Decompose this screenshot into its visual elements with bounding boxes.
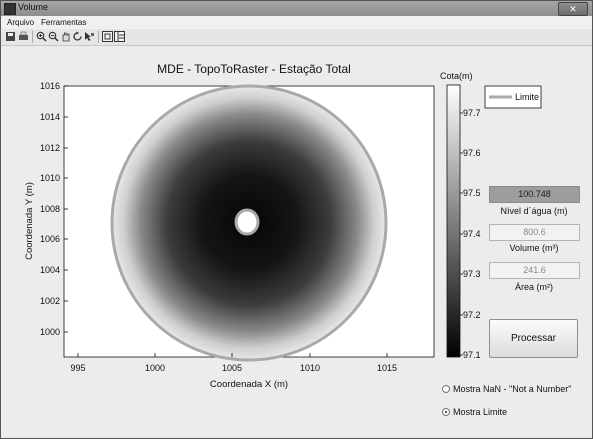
- colorbar-tick-label: 97.2: [463, 310, 481, 320]
- y-tick-label: 1012: [40, 143, 60, 153]
- colorbar-label: Cota(m): [440, 71, 473, 81]
- y-tick-label: 1010: [40, 173, 60, 183]
- y-tick-label: 1004: [40, 265, 60, 275]
- colorbar: [446, 84, 461, 358]
- toolbar-separator: [32, 31, 33, 43]
- colorbar-tick-label: 97.1: [463, 350, 481, 360]
- data-cursor-icon[interactable]: [84, 31, 95, 42]
- y-tick-label: 1006: [40, 234, 60, 244]
- toolbar-separator: [98, 31, 99, 43]
- y-tick-label: 1016: [40, 81, 60, 91]
- nivel-agua-field[interactable]: 100.748: [489, 186, 580, 203]
- volume-label: Volume (m³): [509, 243, 559, 253]
- show-plot-tools-icon[interactable]: [114, 31, 125, 42]
- y-tick-label: 1008: [40, 204, 60, 214]
- plot-title: MDE - TopoToRaster - Estação Total: [157, 62, 351, 76]
- volume-field: 800.6: [489, 224, 580, 241]
- processar-button[interactable]: Processar: [489, 319, 578, 358]
- print-icon[interactable]: [18, 31, 29, 42]
- x-tick-label: 1015: [377, 363, 397, 373]
- pan-icon[interactable]: [60, 31, 71, 42]
- x-axis-label: Coordenada X (m): [210, 379, 288, 390]
- mostra-limite-option[interactable]: Mostra Limite: [442, 407, 507, 417]
- area-label: Área (m²): [515, 282, 553, 292]
- figure-window: Volume ✕ Arquivo Ferramentas MDE - TopoT…: [0, 0, 593, 439]
- mostra-limite-radio[interactable]: [442, 408, 450, 416]
- y-tick-label: 1014: [40, 112, 60, 122]
- matlab-figure-icon: [4, 3, 16, 15]
- mostra-limite-label: Mostra Limite: [453, 407, 508, 417]
- zoom-in-icon[interactable]: [36, 31, 47, 42]
- y-tick-label: 1002: [40, 296, 60, 306]
- plot-area: MDE - TopoToRaster - Estação Total 995 1…: [24, 62, 542, 390]
- figure-content: MDE - TopoToRaster - Estação Total 995 1…: [1, 46, 592, 438]
- colorbar-tick-label: 97.6: [463, 148, 481, 158]
- hide-plot-tools-icon[interactable]: [102, 31, 113, 42]
- menu-bar: Arquivo Ferramentas: [1, 16, 592, 29]
- toolbar: [1, 29, 592, 46]
- colorbar-tick-label: 97.3: [463, 269, 481, 279]
- menu-arquivo[interactable]: Arquivo: [7, 18, 34, 27]
- x-tick-label: 1005: [222, 363, 242, 373]
- save-icon[interactable]: [5, 31, 16, 42]
- y-axis-label: Coordenada Y (m): [24, 182, 35, 260]
- center-nan-area: [234, 208, 260, 236]
- rotate-icon[interactable]: [72, 31, 83, 42]
- x-tick-label: 1010: [300, 363, 320, 373]
- close-button[interactable]: ✕: [558, 2, 588, 16]
- mostra-nan-radio[interactable]: [442, 385, 450, 393]
- zoom-out-icon[interactable]: [48, 31, 59, 42]
- nivel-agua-label: Nível d´água (m): [500, 206, 568, 216]
- area-field: 241.6: [489, 262, 580, 279]
- x-tick-label: 1000: [145, 363, 165, 373]
- title-bar: Volume ✕: [1, 1, 592, 16]
- mostra-nan-option[interactable]: Mostra NaN - "Not a Number": [442, 384, 571, 394]
- menu-ferramentas[interactable]: Ferramentas: [41, 18, 86, 27]
- mostra-nan-label: Mostra NaN - "Not a Number": [453, 384, 572, 394]
- y-tick-label: 1000: [40, 327, 60, 337]
- x-tick-label: 995: [70, 363, 85, 373]
- colorbar-tick-label: 97.4: [463, 229, 481, 239]
- colorbar-tick-label: 97.7: [463, 108, 481, 118]
- legend-label: Limite: [515, 92, 539, 102]
- colorbar-tick-label: 97.5: [463, 188, 481, 198]
- window-title: Volume: [18, 2, 49, 12]
